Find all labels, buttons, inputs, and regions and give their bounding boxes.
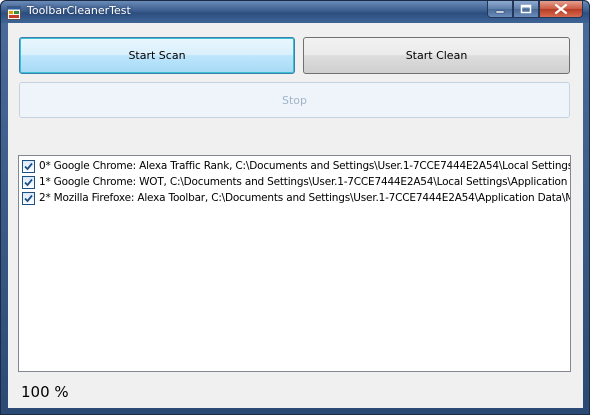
minimize-button[interactable] [487,1,513,18]
maximize-button[interactable] [513,1,539,18]
list-item[interactable]: 1* Google Chrome: WOT, C:\Documents and … [22,174,571,190]
list-item[interactable]: 0* Google Chrome: Alexa Traffic Rank, C:… [22,158,571,174]
title-bar[interactable]: ToolbarCleanerTest [1,1,589,23]
start-clean-button[interactable]: Start Clean [303,37,570,74]
list-item-text: 0* Google Chrome: Alexa Traffic Rank, C:… [39,160,571,172]
app-window-icon[interactable] [7,5,21,20]
close-button[interactable] [539,1,583,18]
item-checkbox[interactable] [22,191,35,205]
item-checkbox[interactable] [22,159,35,173]
client-area: Start Scan Start Clean Stop 0* Google Ch… [8,23,583,408]
caption-buttons [487,1,583,19]
item-checkbox[interactable] [22,175,35,189]
stop-button[interactable]: Stop [19,82,570,118]
list-item[interactable]: 2* Mozilla Firefoxe: Alexa Toolbar, C:\D… [22,190,571,206]
results-checked-list[interactable]: 0* Google Chrome: Alexa Traffic Rank, C:… [18,155,571,372]
list-item-text: 2* Mozilla Firefoxe: Alexa Toolbar, C:\D… [39,192,571,204]
list-item-text: 1* Google Chrome: WOT, C:\Documents and … [39,176,571,188]
app-window: ToolbarCleanerTest Start Scan Start Clea… [0,0,590,415]
start-scan-button[interactable]: Start Scan [19,37,295,74]
window-title: ToolbarCleanerTest [27,4,131,17]
progress-percent-label: 100 % [21,383,69,401]
